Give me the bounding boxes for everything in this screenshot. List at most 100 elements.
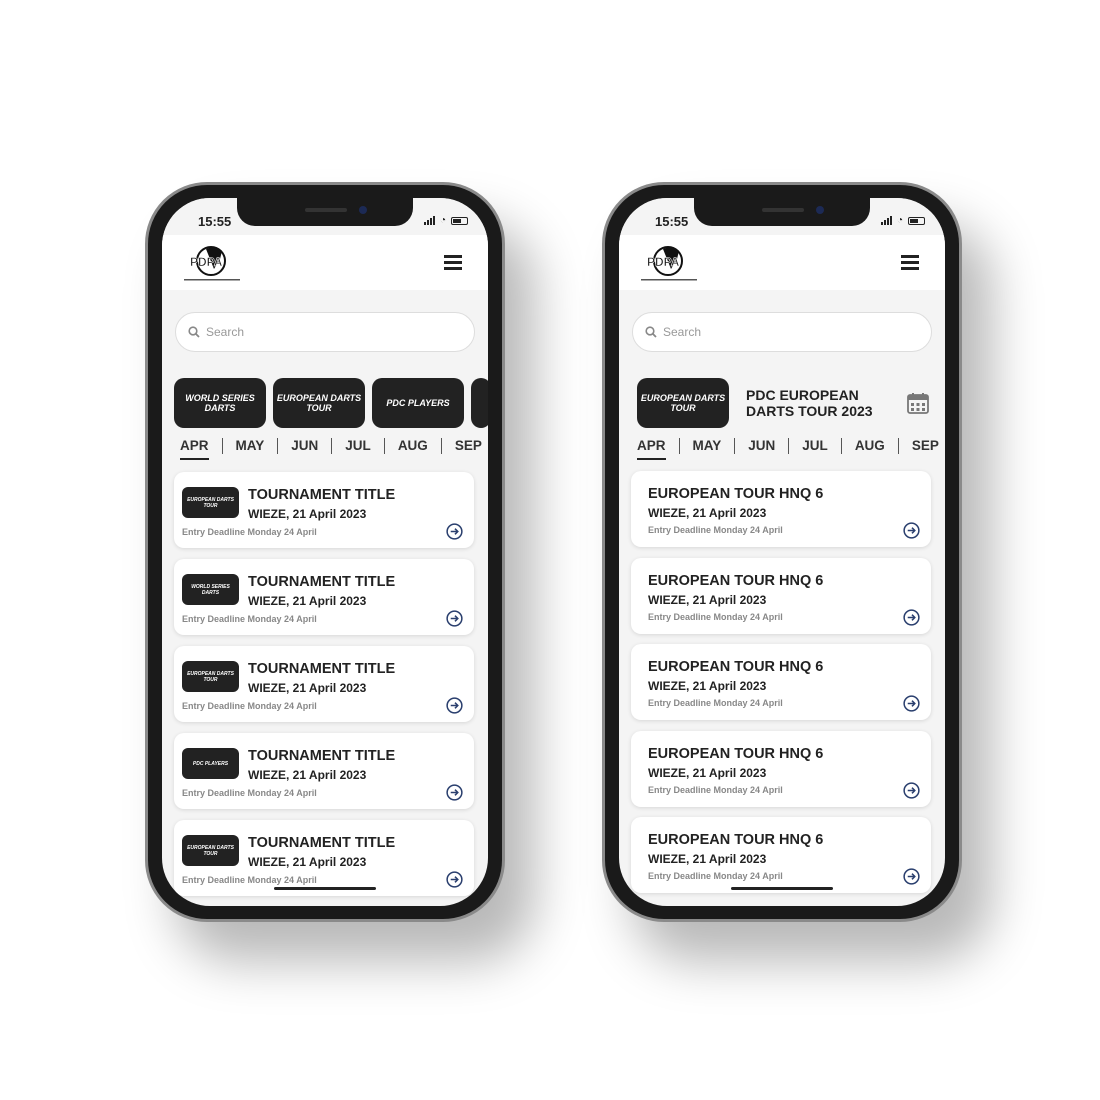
month-tab[interactable]: AUG xyxy=(383,438,441,454)
tournament-title: TOURNAMENT TITLE xyxy=(248,574,396,590)
month-tabs: APR MAY JUN JUL AUG SEP xyxy=(180,438,488,460)
search-icon xyxy=(645,326,657,338)
battery-icon xyxy=(908,216,925,225)
month-tab[interactable]: AUG xyxy=(840,438,898,454)
tournament-card[interactable]: EUROPEAN DARTS TOUR TOURNAMENT TITLE WIEZE… xyxy=(174,646,474,722)
entry-deadline: Entry Deadline Monday 24 April xyxy=(182,875,317,885)
phone-left: 15:55 ◔ PDPA Search APR MAY JUN JUL AUG SEP WORLD … xyxy=(145,182,505,922)
search-placeholder: Search xyxy=(206,325,245,339)
arrow-right-circle-icon[interactable] xyxy=(446,871,463,888)
entry-deadline: Entry Deadline Monday 24 April xyxy=(182,701,317,711)
svg-text:PDPA: PDPA xyxy=(190,255,223,269)
tournament-location-date: WIEZE, 21 April 2023 xyxy=(648,852,767,866)
entry-deadline: Entry Deadline Monday 24 April xyxy=(648,611,783,622)
svg-text:PDPA: PDPA xyxy=(647,255,680,269)
category-logo: EUROPEAN DARTS TOUR xyxy=(637,378,729,428)
arrow-right-circle-icon[interactable] xyxy=(446,697,463,714)
tournament-location-date: WIEZE, 21 April 2023 xyxy=(248,681,367,695)
month-tab[interactable]: JUN xyxy=(734,438,788,454)
month-tab[interactable]: JUL xyxy=(788,438,841,454)
battery-icon xyxy=(451,216,468,225)
search-input[interactable]: Search xyxy=(632,312,932,352)
month-tab[interactable]: SEP xyxy=(440,438,488,454)
month-tab[interactable]: SEP xyxy=(897,438,945,454)
tournament-location-date: WIEZE, 21 April 2023 xyxy=(248,507,367,521)
arrow-right-circle-icon[interactable] xyxy=(446,523,463,540)
notch xyxy=(694,198,870,226)
tournament-logo: PDC PLAYERS xyxy=(182,748,239,779)
notch xyxy=(237,198,413,226)
arrow-right-circle-icon[interactable] xyxy=(903,868,920,885)
category-logo[interactable]: EUROPEAN DARTS TOUR xyxy=(273,378,365,428)
screen: 15:55 ◔ PDPA Search APR MAY JUN JUL AUG SEP EUROPE… xyxy=(619,198,945,906)
category-title: PDC EUROPEAN DARTS TOUR 2023 xyxy=(746,387,873,419)
tournament-location-date: WIEZE, 21 April 2023 xyxy=(248,768,367,782)
tournament-title: TOURNAMENT TITLE xyxy=(248,748,396,764)
status-time: 15:55 xyxy=(198,214,232,229)
tournament-location-date: WIEZE, 21 April 2023 xyxy=(648,506,767,520)
selected-category: EUROPEAN DARTS TOUR PDC EUROPEAN DARTS TO… xyxy=(637,378,929,428)
arrow-right-circle-icon[interactable] xyxy=(903,695,920,712)
tournament-card[interactable]: WORLD SERIES DARTS TOURNAMENT TITLE WIEZE,… xyxy=(174,559,474,635)
home-indicator xyxy=(731,887,833,890)
status-time: 15:55 xyxy=(655,214,689,229)
signal-icon xyxy=(880,216,892,225)
tournament-card[interactable]: EUROPEAN TOUR HNQ 6 WIEZE, 21 April 2023 E… xyxy=(631,730,931,807)
entry-deadline: Entry Deadline Monday 24 April xyxy=(182,614,317,624)
search-placeholder: Search xyxy=(663,325,702,339)
wifi-icon: ◔ xyxy=(439,215,446,226)
tournament-card[interactable]: EUROPEAN TOUR HNQ 6 WIEZE, 21 April 2023 E… xyxy=(631,644,931,720)
tournament-location-date: WIEZE, 21 April 2023 xyxy=(648,679,767,693)
tournament-card[interactable]: EUROPEAN DARTS TOUR TOURNAMENT TITLE WIEZE… xyxy=(174,820,474,896)
hamburger-menu-icon[interactable] xyxy=(901,255,919,273)
tournament-location-date: WIEZE, 21 April 2023 xyxy=(648,765,767,780)
phone-right: 15:55 ◔ PDPA Search APR MAY JUN JUL AUG SEP EUROPE… xyxy=(602,182,962,922)
search-input[interactable]: Search xyxy=(175,312,475,352)
tournament-card[interactable]: EUROPEAN TOUR HNQ 6 WIEZE, 21 April 2023 E… xyxy=(631,471,931,547)
arrow-right-circle-icon[interactable] xyxy=(903,608,920,626)
pdpa-logo[interactable]: PDPA xyxy=(184,243,244,283)
arrow-right-circle-icon[interactable] xyxy=(446,610,463,627)
tournament-card[interactable]: EUROPEAN TOUR HNQ 6 WIEZE, 21 April 2023 E… xyxy=(631,557,931,634)
tournament-location-date: WIEZE, 21 April 2023 xyxy=(248,855,367,869)
month-tab[interactable]: APR xyxy=(637,438,679,460)
app-header: PDPA xyxy=(619,235,945,290)
pdpa-logo[interactable]: PDPA xyxy=(641,243,701,283)
tournament-logo: EUROPEAN DARTS TOUR xyxy=(182,487,239,518)
tournament-title: TOURNAMENT TITLE xyxy=(248,487,396,503)
category-logo[interactable] xyxy=(471,378,488,428)
arrow-right-circle-icon[interactable] xyxy=(446,784,463,801)
entry-deadline: Entry Deadline Monday 24 April xyxy=(648,698,783,708)
tournament-card[interactable]: EUROPEAN DARTS TOUR TOURNAMENT TITLE WIEZE… xyxy=(174,472,474,548)
tournament-location-date: WIEZE, 21 April 2023 xyxy=(648,592,767,607)
category-logo[interactable]: PDC PLAYERS xyxy=(372,378,464,428)
category-logo[interactable]: WORLD SERIES DARTS xyxy=(174,378,266,428)
tournament-title: EUROPEAN TOUR HNQ 6 xyxy=(648,659,824,675)
category-carousel: WORLD SERIES DARTS EUROPEAN DARTS TOUR PDC… xyxy=(174,378,488,428)
month-tabs: APR MAY JUN JUL AUG SEP xyxy=(637,438,945,460)
tournament-title: EUROPEAN TOUR HNQ 6 xyxy=(648,832,824,848)
tournament-card[interactable]: PDC PLAYERS TOURNAMENT TITLE WIEZE, 21 Apr… xyxy=(174,733,474,809)
tournament-location-date: WIEZE, 21 April 2023 xyxy=(248,594,367,608)
entry-deadline: Entry Deadline Monday 24 April xyxy=(182,527,317,537)
arrow-right-circle-icon[interactable] xyxy=(903,522,920,539)
tournament-title: TOURNAMENT TITLE xyxy=(248,661,396,677)
tournament-card[interactable]: EUROPEAN TOUR HNQ 6 WIEZE, 21 April 2023 E… xyxy=(631,817,931,893)
hamburger-menu-icon[interactable] xyxy=(444,255,462,273)
month-tab[interactable]: MAY xyxy=(221,438,278,454)
search-icon xyxy=(188,326,200,338)
tournament-title: EUROPEAN TOUR HNQ 6 xyxy=(648,745,824,762)
month-tab[interactable]: JUL xyxy=(331,438,384,454)
screen: 15:55 ◔ PDPA Search APR MAY JUN JUL AUG SEP WORLD … xyxy=(162,198,488,906)
tournament-title: TOURNAMENT TITLE xyxy=(248,835,396,851)
month-tab[interactable]: JUN xyxy=(277,438,331,454)
entry-deadline: Entry Deadline Monday 24 April xyxy=(648,525,783,535)
signal-icon xyxy=(423,216,435,225)
app-header: PDPA xyxy=(162,235,488,290)
calendar-icon[interactable] xyxy=(907,392,929,414)
wifi-icon: ◔ xyxy=(896,215,903,226)
month-tab[interactable]: APR xyxy=(180,438,222,460)
arrow-right-circle-icon[interactable] xyxy=(903,781,920,799)
tournament-logo: WORLD SERIES DARTS xyxy=(182,574,239,605)
month-tab[interactable]: MAY xyxy=(678,438,735,454)
